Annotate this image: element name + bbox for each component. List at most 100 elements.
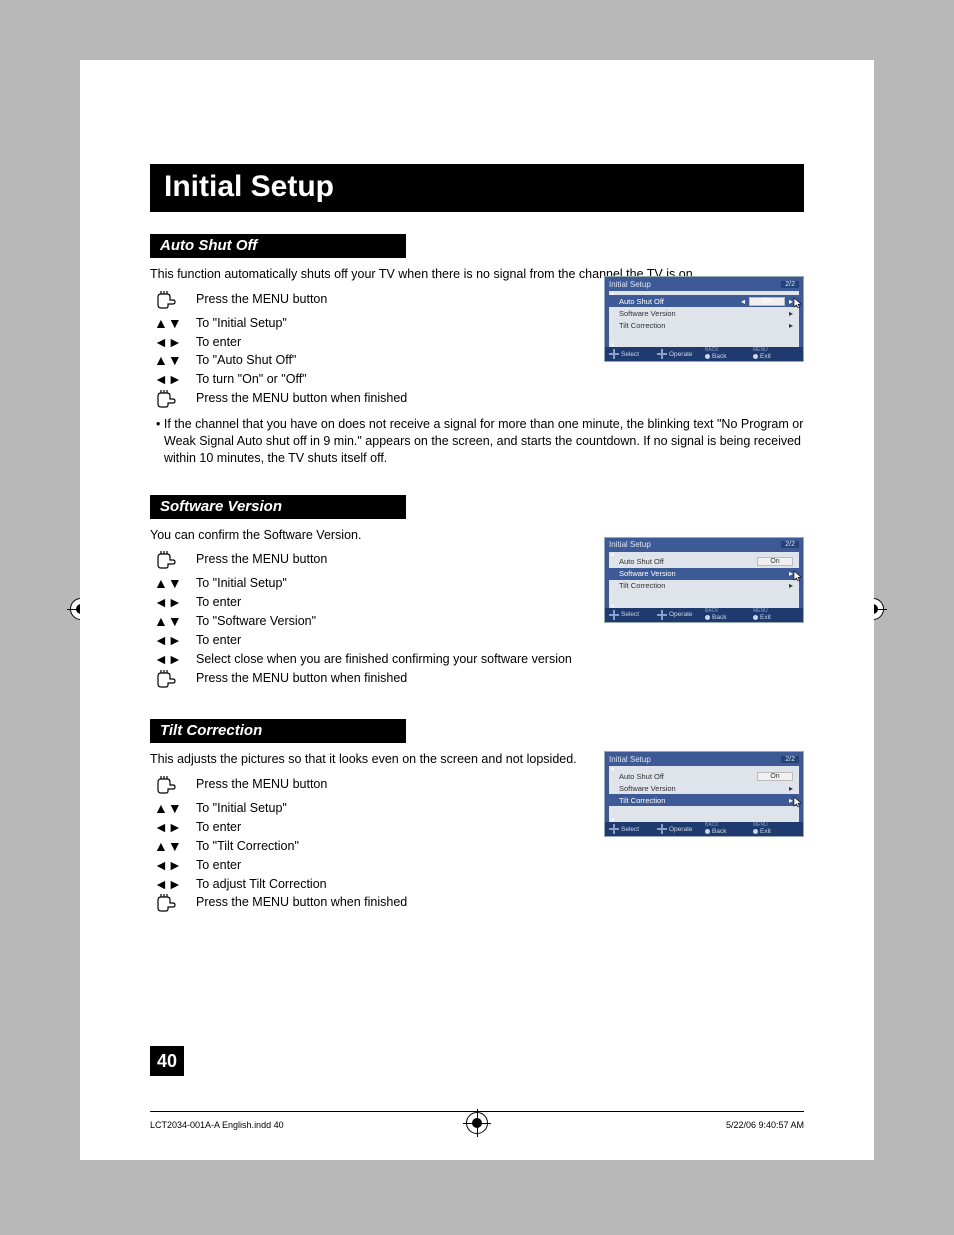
osd-value: On xyxy=(757,772,793,781)
scroll-down-icon: ▾ xyxy=(611,602,615,610)
osd-menu-item: Tilt Correction▸ xyxy=(619,319,793,331)
dpad-icon xyxy=(657,824,667,834)
step-text: To turn "On" or "Off" xyxy=(196,371,804,388)
osd-hint-operate: Operate xyxy=(657,610,703,620)
step-text: Press the MENU button when finished xyxy=(196,390,804,407)
osd-page-indicator: 2/2 xyxy=(781,756,799,763)
left-right-arrows-icon: ◄► xyxy=(154,632,182,648)
osd-hint-exit: MENUExit xyxy=(753,823,799,835)
section-heading: Auto Shut Off xyxy=(150,234,406,258)
up-down-arrows-icon: ▲▼ xyxy=(154,315,182,331)
dpad-icon xyxy=(609,610,619,620)
section-software-version: Software Version You can confirm the Sof… xyxy=(150,495,804,692)
osd-body: ▴ Auto Shut OffOnSoftware Version▸Tilt Co… xyxy=(605,552,803,608)
osd-title: Initial Setup xyxy=(609,540,651,549)
osd-hint-operate: Operate xyxy=(657,824,703,834)
osd-screenshot: Initial Setup2/2▴Auto Shut OffOnSoftware… xyxy=(604,751,804,837)
osd-menu-item: Software Version▸ xyxy=(619,307,793,319)
osd-item-label: Auto Shut Off xyxy=(619,772,757,781)
step-text: Press the MENU button when finished xyxy=(196,670,804,687)
osd-footer: SelectOperateBACKBackMENUExit xyxy=(605,347,803,361)
hand-press-icon xyxy=(154,894,178,912)
dpad-icon xyxy=(609,349,619,359)
osd-hint-exit: MENUExit xyxy=(753,609,799,621)
osd-menu-item: Software Version▸ xyxy=(619,782,793,794)
left-right-arrows-icon: ◄► xyxy=(154,334,182,350)
osd-page-indicator: 2/2 xyxy=(781,541,799,548)
section-heading: Tilt Correction xyxy=(150,719,406,743)
osd-hint-operate: Operate xyxy=(657,349,703,359)
osd-menu-item: Software Version▸ xyxy=(609,568,799,580)
left-right-arrows-icon: ◄► xyxy=(154,651,182,667)
up-down-arrows-icon: ▲▼ xyxy=(154,800,182,816)
cursor-icon xyxy=(793,796,803,808)
step-row: ▲▼To "Tilt Correction" xyxy=(150,838,804,855)
osd-hint-exit: MENUExit xyxy=(753,348,799,360)
left-right-arrows-icon: ◄► xyxy=(154,876,182,892)
osd-hint-select: Select xyxy=(609,610,655,620)
osd-title: Initial Setup xyxy=(609,755,651,764)
osd-menu-item: Tilt Correction▸ xyxy=(619,580,793,592)
osd-menu-item: Auto Shut Off◂On▸ xyxy=(609,295,799,307)
osd-hint-select: Select xyxy=(609,824,655,834)
section-heading: Software Version xyxy=(150,495,406,519)
hand-press-icon xyxy=(154,776,178,794)
hand-press-icon xyxy=(154,390,178,408)
left-right-arrows-icon: ◄► xyxy=(154,594,182,610)
page-title: Initial Setup xyxy=(150,164,804,212)
dpad-icon xyxy=(657,610,667,620)
page-number: 40 xyxy=(150,1046,184,1076)
left-right-arrows-icon: ◄► xyxy=(154,371,182,387)
osd-menu-item: Auto Shut OffOn xyxy=(619,556,793,568)
osd-hint-select: Select xyxy=(609,349,655,359)
section-note: • If the channel that you have on does n… xyxy=(150,416,804,467)
step-text: To enter xyxy=(196,632,804,649)
step-row: Press the MENU button when finished xyxy=(150,894,804,916)
footer-datetime: 5/22/06 9:40:57 AM xyxy=(726,1120,804,1130)
osd-screenshot: Initial Setup 2/2 ▴ Auto Shut OffOnSoftware… xyxy=(604,537,804,623)
osd-header: Initial Setup 2/2 xyxy=(605,538,803,552)
step-row: Press the MENU button when finished xyxy=(150,670,804,692)
osd-menu-item: Auto Shut OffOn xyxy=(619,770,793,782)
cursor-icon xyxy=(793,570,803,582)
step-text: To adjust Tilt Correction xyxy=(196,876,804,893)
footer-file: LCT2034-001A-A English.indd 40 xyxy=(150,1120,284,1130)
up-down-arrows-icon: ▲▼ xyxy=(154,575,182,591)
osd-item-label: Tilt Correction xyxy=(619,321,785,330)
osd-menu-item: Tilt Correction▸ xyxy=(609,794,799,806)
scroll-up-icon: ▴ xyxy=(611,550,615,558)
osd-item-label: Tilt Correction xyxy=(619,796,785,805)
osd-item-label: Auto Shut Off xyxy=(619,297,741,306)
osd-title: Initial Setup xyxy=(609,280,651,289)
osd-body: ▴Auto Shut OffOnSoftware Version▸Tilt Co… xyxy=(605,766,803,822)
step-row: ◄► To turn "On" or "Off" xyxy=(150,371,804,388)
up-down-arrows-icon: ▲▼ xyxy=(154,613,182,629)
step-row: ◄► To adjust Tilt Correction xyxy=(150,876,804,893)
osd-hint-back: BACKBack xyxy=(705,609,751,621)
manual-page: Initial Setup Auto Shut Off This functio… xyxy=(80,60,874,1160)
step-text: Press the MENU button when finished xyxy=(196,894,804,911)
section-auto-shut-off: Auto Shut Off This function automaticall… xyxy=(150,234,804,467)
osd-screenshot: Initial Setup2/2▴Auto Shut Off◂On▸Softwa… xyxy=(604,276,804,362)
step-row: Press the MENU button when finished xyxy=(150,390,804,412)
up-down-arrows-icon: ▲▼ xyxy=(154,838,182,854)
dpad-icon xyxy=(609,824,619,834)
step-row: ◄►To enter xyxy=(150,857,804,874)
left-right-arrows-icon: ◄► xyxy=(154,819,182,835)
osd-item-label: Software Version xyxy=(619,784,785,793)
osd-footer: SelectOperateBACKBackMENUExit xyxy=(605,608,803,622)
osd-item-label: Software Version xyxy=(619,569,785,578)
osd-hint-back: BACKBack xyxy=(705,348,751,360)
scroll-down-icon: ▾ xyxy=(611,341,615,349)
section-tilt-correction: Tilt Correction This adjusts the picture… xyxy=(150,719,804,916)
scroll-up-icon: ▴ xyxy=(611,764,615,772)
step-row: ◄► To enter xyxy=(150,632,804,649)
osd-header: Initial Setup2/2 xyxy=(605,277,803,291)
scroll-down-icon: ▾ xyxy=(611,816,615,824)
osd-header: Initial Setup 2/2 xyxy=(605,752,803,766)
registration-mark-icon xyxy=(466,1112,488,1134)
hand-press-icon xyxy=(154,670,178,688)
step-row: ◄►Select close when you are finished con… xyxy=(150,651,804,668)
osd-item-label: Software Version xyxy=(619,309,785,318)
hand-press-icon xyxy=(154,291,178,309)
